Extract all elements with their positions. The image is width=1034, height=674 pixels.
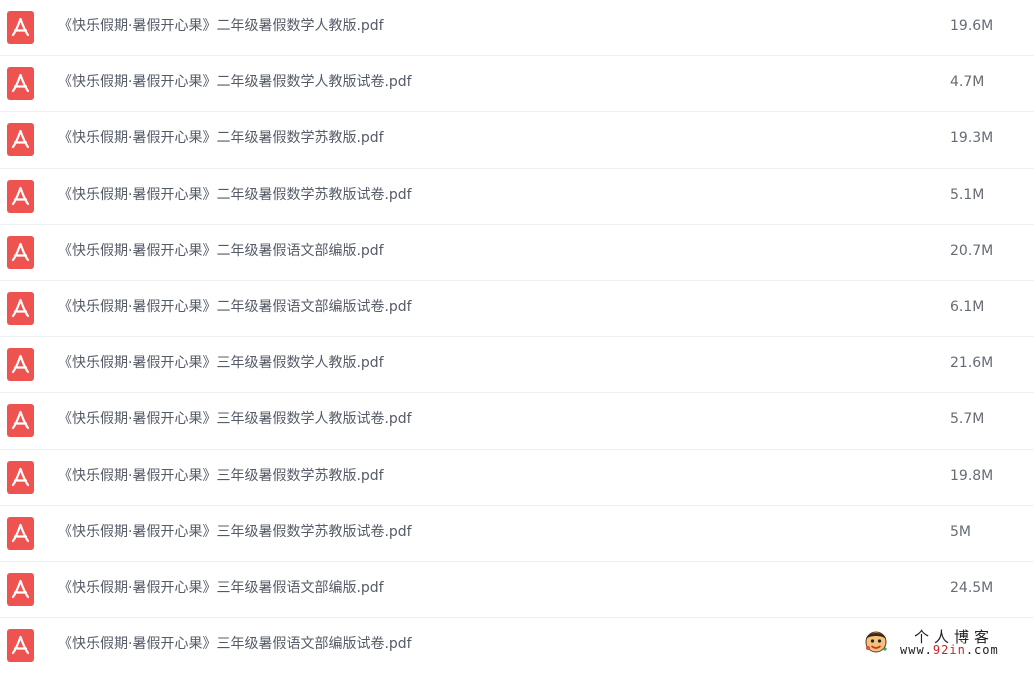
- file-size: 5.1M: [950, 186, 985, 203]
- file-row[interactable]: 《快乐假期·暑假开心果》二年级暑假语文部编版试卷.pdf 6.1M: [0, 281, 1034, 338]
- file-row[interactable]: 《快乐假期·暑假开心果》三年级暑假数学人教版试卷.pdf 5.7M: [0, 393, 1034, 450]
- file-name[interactable]: 《快乐假期·暑假开心果》二年级暑假数学苏教版.pdf: [58, 112, 384, 164]
- watermark-url-suffix: .com: [965, 643, 999, 657]
- pdf-icon: [7, 291, 34, 325]
- file-name[interactable]: 《快乐假期·暑假开心果》二年级暑假数学人教版.pdf: [58, 0, 384, 52]
- file-size: 5.7M: [950, 411, 985, 428]
- pdf-icon: [7, 123, 34, 157]
- file-name[interactable]: 《快乐假期·暑假开心果》三年级暑假数学苏教版试卷.pdf: [58, 506, 412, 558]
- file-size: 4.7M: [950, 74, 985, 91]
- file-row[interactable]: 《快乐假期·暑假开心果》三年级暑假数学人教版.pdf 21.6M: [0, 337, 1034, 394]
- watermark-url-prefix: www.: [900, 643, 933, 657]
- file-name[interactable]: 《快乐假期·暑假开心果》二年级暑假数学苏教版试卷.pdf: [58, 169, 412, 221]
- pdf-icon: [7, 235, 34, 269]
- file-size: 24.5M: [950, 579, 994, 596]
- pdf-icon: [7, 179, 34, 213]
- file-row[interactable]: 《快乐假期·暑假开心果》二年级暑假语文部编版.pdf 20.7M: [0, 225, 1034, 281]
- pdf-icon: [7, 460, 34, 494]
- cartoon-face-logo-icon: [862, 628, 890, 654]
- file-size: 21.6M: [950, 355, 994, 372]
- file-size: 6.1M: [950, 298, 985, 315]
- file-name[interactable]: 《快乐假期·暑假开心果》三年级暑假语文部编版试卷.pdf: [58, 618, 412, 670]
- file-name[interactable]: 《快乐假期·暑假开心果》二年级暑假数学人教版试卷.pdf: [58, 56, 412, 108]
- file-list: 《快乐假期·暑假开心果》二年级暑假数学人教版.pdf 19.6M 《快乐假期·暑…: [0, 0, 1034, 674]
- file-row[interactable]: 《快乐假期·暑假开心果》二年级暑假数学苏教版.pdf 19.3M: [0, 112, 1034, 169]
- file-size: 19.8M: [950, 467, 994, 484]
- file-row[interactable]: 《快乐假期·暑假开心果》二年级暑假数学人教版.pdf 19.6M: [0, 0, 1034, 57]
- file-row[interactable]: 《快乐假期·暑假开心果》二年级暑假数学苏教版试卷.pdf 5.1M: [0, 169, 1034, 225]
- file-size: 5M: [950, 523, 971, 540]
- file-row[interactable]: 《快乐假期·暑假开心果》三年级暑假数学苏教版试卷.pdf 5M: [0, 506, 1034, 562]
- file-name[interactable]: 《快乐假期·暑假开心果》二年级暑假语文部编版试卷.pdf: [58, 281, 412, 333]
- watermark-url: www.92in.com: [900, 643, 999, 657]
- file-row[interactable]: 《快乐假期·暑假开心果》二年级暑假数学人教版试卷.pdf 4.7M: [0, 56, 1034, 113]
- file-size: 19.6M: [950, 18, 994, 34]
- pdf-icon: [7, 404, 34, 438]
- pdf-icon: [7, 572, 34, 606]
- file-size: 19.3M: [950, 130, 994, 147]
- pdf-icon: [7, 348, 34, 382]
- file-name[interactable]: 《快乐假期·暑假开心果》三年级暑假数学苏教版.pdf: [58, 450, 384, 502]
- file-size: 20.7M: [950, 242, 994, 259]
- pdf-icon: [7, 516, 34, 550]
- file-row[interactable]: 《快乐假期·暑假开心果》三年级暑假数学苏教版.pdf 19.8M: [0, 450, 1034, 506]
- pdf-icon: [7, 11, 34, 44]
- pdf-icon: [7, 629, 34, 663]
- file-row[interactable]: 《快乐假期·暑假开心果》三年级暑假语文部编版.pdf 24.5M: [0, 562, 1034, 619]
- watermark: 个人博客 www.92in.com: [862, 626, 1030, 660]
- file-name[interactable]: 《快乐假期·暑假开心果》二年级暑假语文部编版.pdf: [58, 225, 384, 277]
- watermark-url-accent: 92in: [932, 643, 966, 657]
- file-name[interactable]: 《快乐假期·暑假开心果》三年级暑假数学人教版.pdf: [58, 337, 384, 389]
- pdf-icon: [7, 67, 34, 101]
- file-name[interactable]: 《快乐假期·暑假开心果》三年级暑假语文部编版.pdf: [58, 562, 384, 614]
- file-name[interactable]: 《快乐假期·暑假开心果》三年级暑假数学人教版试卷.pdf: [58, 393, 412, 445]
